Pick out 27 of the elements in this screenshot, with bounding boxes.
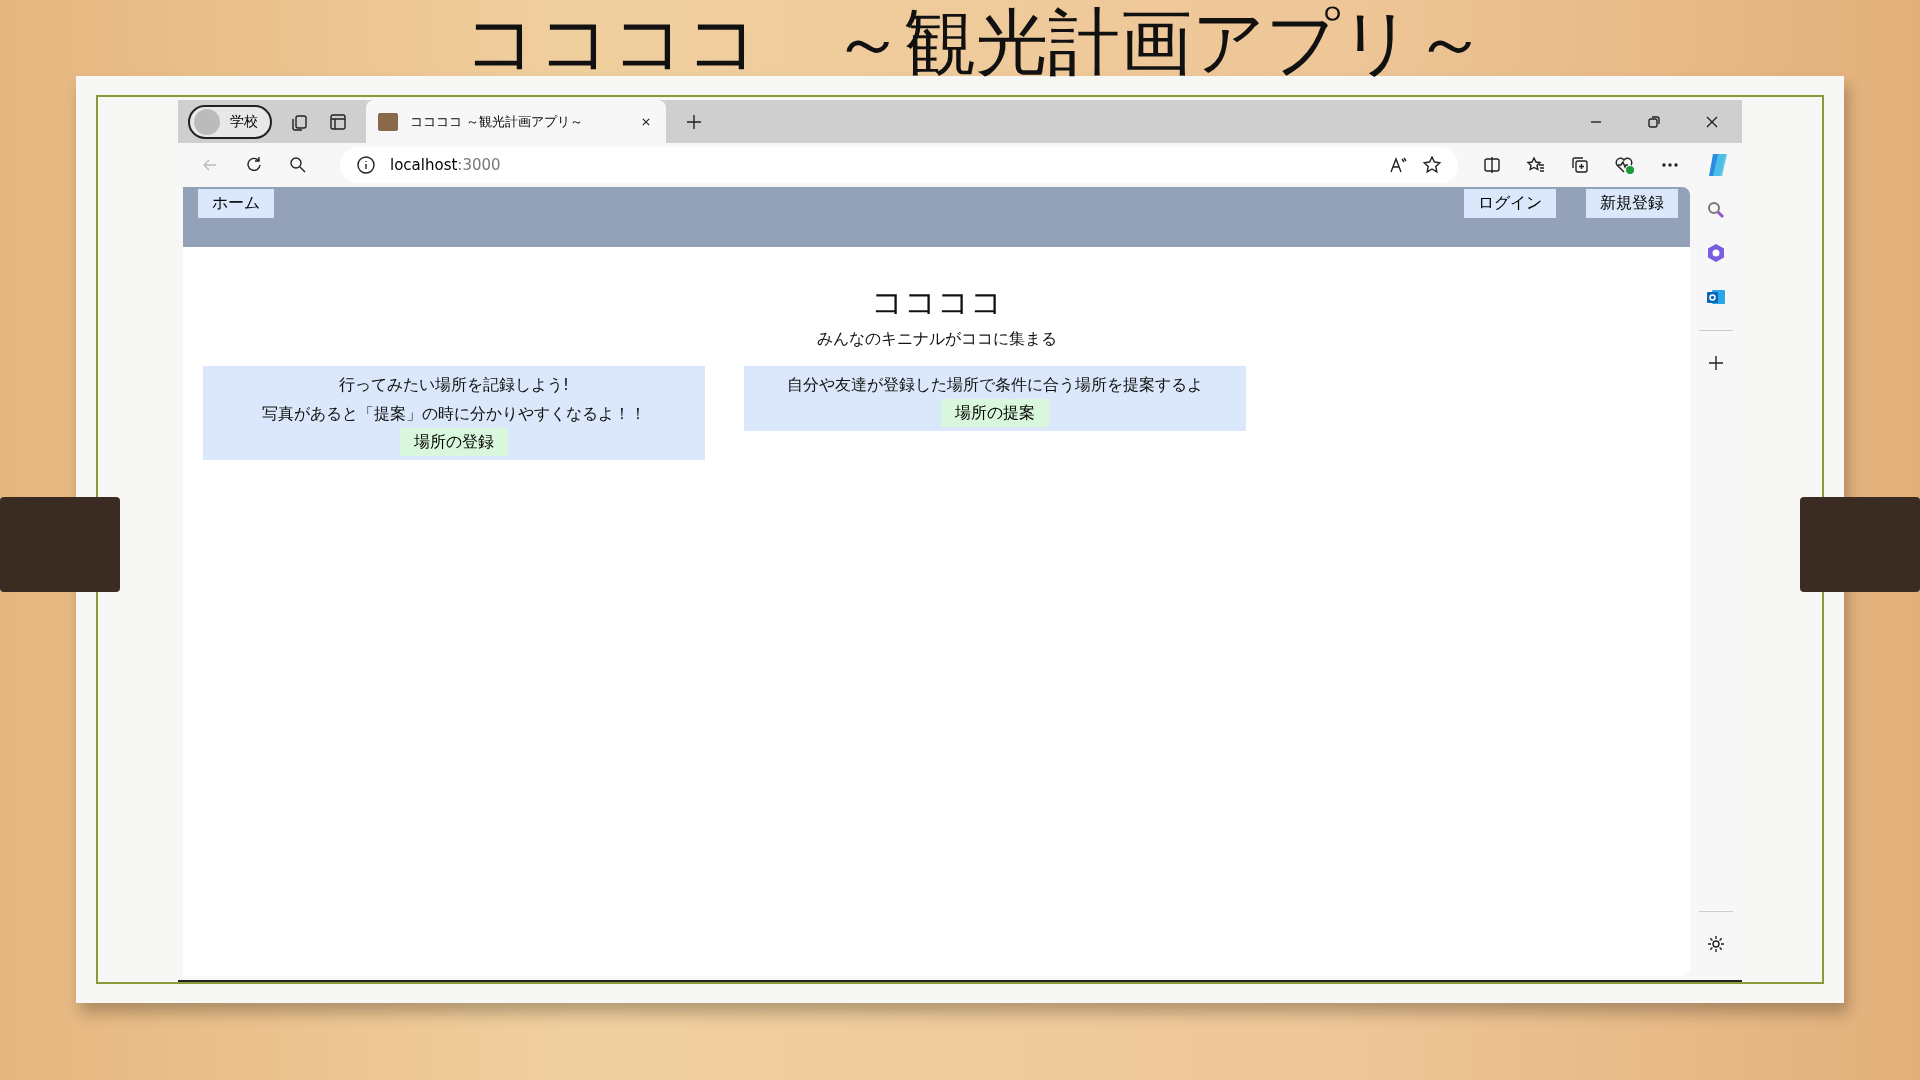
favorites-icon[interactable] (1526, 154, 1546, 175)
info-icon[interactable] (356, 154, 376, 175)
card-text: 自分や友達が登録した場所で条件に合う場所を提案するよ (787, 374, 1203, 396)
url-text: localhost:3000 (390, 155, 501, 174)
card-button[interactable]: 場所の提案 (941, 399, 1049, 427)
vertical-tabs-icon[interactable] (328, 111, 348, 132)
profile-button[interactable]: 学校 (188, 104, 272, 139)
add-icon[interactable] (1706, 353, 1726, 373)
nav-button[interactable]: 新規登録 (1586, 189, 1678, 218)
app-tagline: みんなのキニナルがココに集まる (815, 329, 1058, 350)
hexagon-app-icon[interactable] (1705, 242, 1727, 264)
nav-button[interactable]: ログイン (1464, 189, 1556, 218)
avatar-icon (194, 108, 220, 135)
search-icon[interactable] (288, 154, 308, 175)
app-title: ココココ (869, 282, 1004, 323)
collections-icon[interactable] (1570, 154, 1590, 175)
favicon-icon (378, 112, 398, 131)
slide-title: ココココ ～観光計画アプリ～ (463, 0, 1487, 76)
card-text: 写真があると「提案」の時に分かりやすくなるよ！！ (262, 403, 646, 425)
address-bar[interactable]: localhost:3000 (340, 146, 1458, 183)
browser-tab[interactable]: ココココ ～観光計画アプリ～ (366, 100, 666, 143)
split-screen-icon[interactable] (1482, 154, 1502, 175)
nav-button[interactable]: ホーム (198, 189, 274, 218)
star-icon[interactable] (1422, 154, 1442, 175)
card-text: 行ってみたい場所を記録しよう! (338, 374, 570, 396)
health-icon[interactable] (1614, 154, 1636, 175)
card-button[interactable]: 場所の登録 (400, 428, 508, 456)
